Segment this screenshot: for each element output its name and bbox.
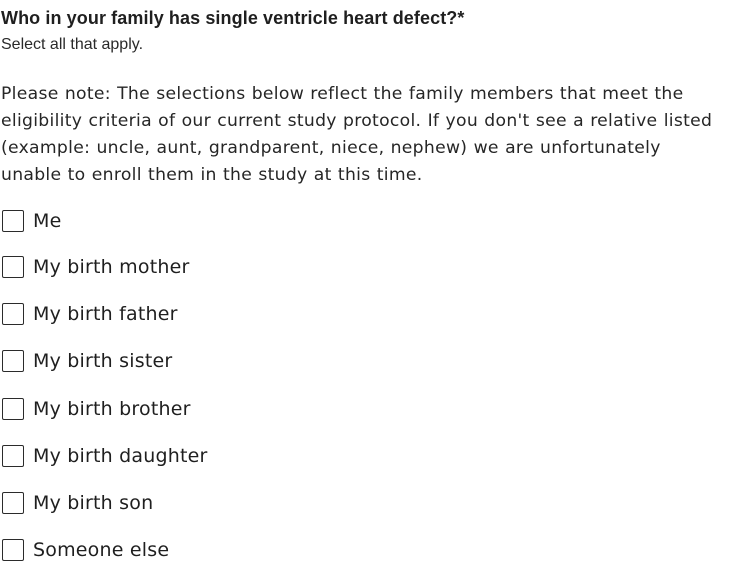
option-label: My birth mother [33, 255, 190, 278]
option-label: My birth son [33, 492, 154, 515]
option-birth-sister[interactable]: My birth sister [1, 338, 753, 385]
checkbox[interactable] [2, 397, 24, 420]
survey-question: Who in your family has single ventricle … [0, 0, 753, 572]
option-label: My birth father [33, 302, 178, 325]
question-title: Who in your family has single ventricle … [1, 6, 753, 30]
question-hint: Select all that apply. [1, 36, 144, 53]
option-label: My birth sister [33, 350, 173, 373]
note-line: Please note: The selections below reflec… [1, 84, 684, 104]
option-birth-daughter[interactable]: My birth daughter [1, 432, 753, 479]
option-someone-else[interactable]: Someone else [1, 527, 753, 572]
note-line: unable to enroll them in the study at th… [1, 165, 423, 185]
option-birth-mother[interactable]: My birth mother [1, 243, 753, 290]
checkbox[interactable] [2, 255, 24, 278]
option-label: My birth daughter [33, 444, 208, 467]
option-birth-son[interactable]: My birth son [1, 479, 753, 526]
question-title-text: Who in your family has single ventricle … [1, 8, 458, 28]
checkbox[interactable] [2, 539, 24, 562]
option-label: Me [33, 209, 62, 232]
checkbox[interactable] [2, 350, 24, 373]
option-label: My birth brother [33, 397, 191, 420]
option-label: Someone else [33, 539, 170, 562]
required-marker: * [457, 8, 465, 28]
option-birth-father[interactable]: My birth father [1, 290, 753, 337]
options-list: Me My birth mother My birth father My bi… [1, 198, 753, 572]
note-line: eligibility criteria of our current stud… [1, 111, 713, 131]
option-birth-brother[interactable]: My birth brother [1, 385, 753, 432]
option-me[interactable]: Me [1, 198, 753, 243]
note-line: (example: uncle, aunt, grandparent, niec… [1, 138, 661, 158]
checkbox[interactable] [2, 492, 24, 515]
checkbox[interactable] [2, 302, 24, 325]
eligibility-note: Please note: The selections below reflec… [1, 81, 753, 189]
checkbox[interactable] [2, 444, 24, 467]
checkbox[interactable] [2, 209, 24, 232]
